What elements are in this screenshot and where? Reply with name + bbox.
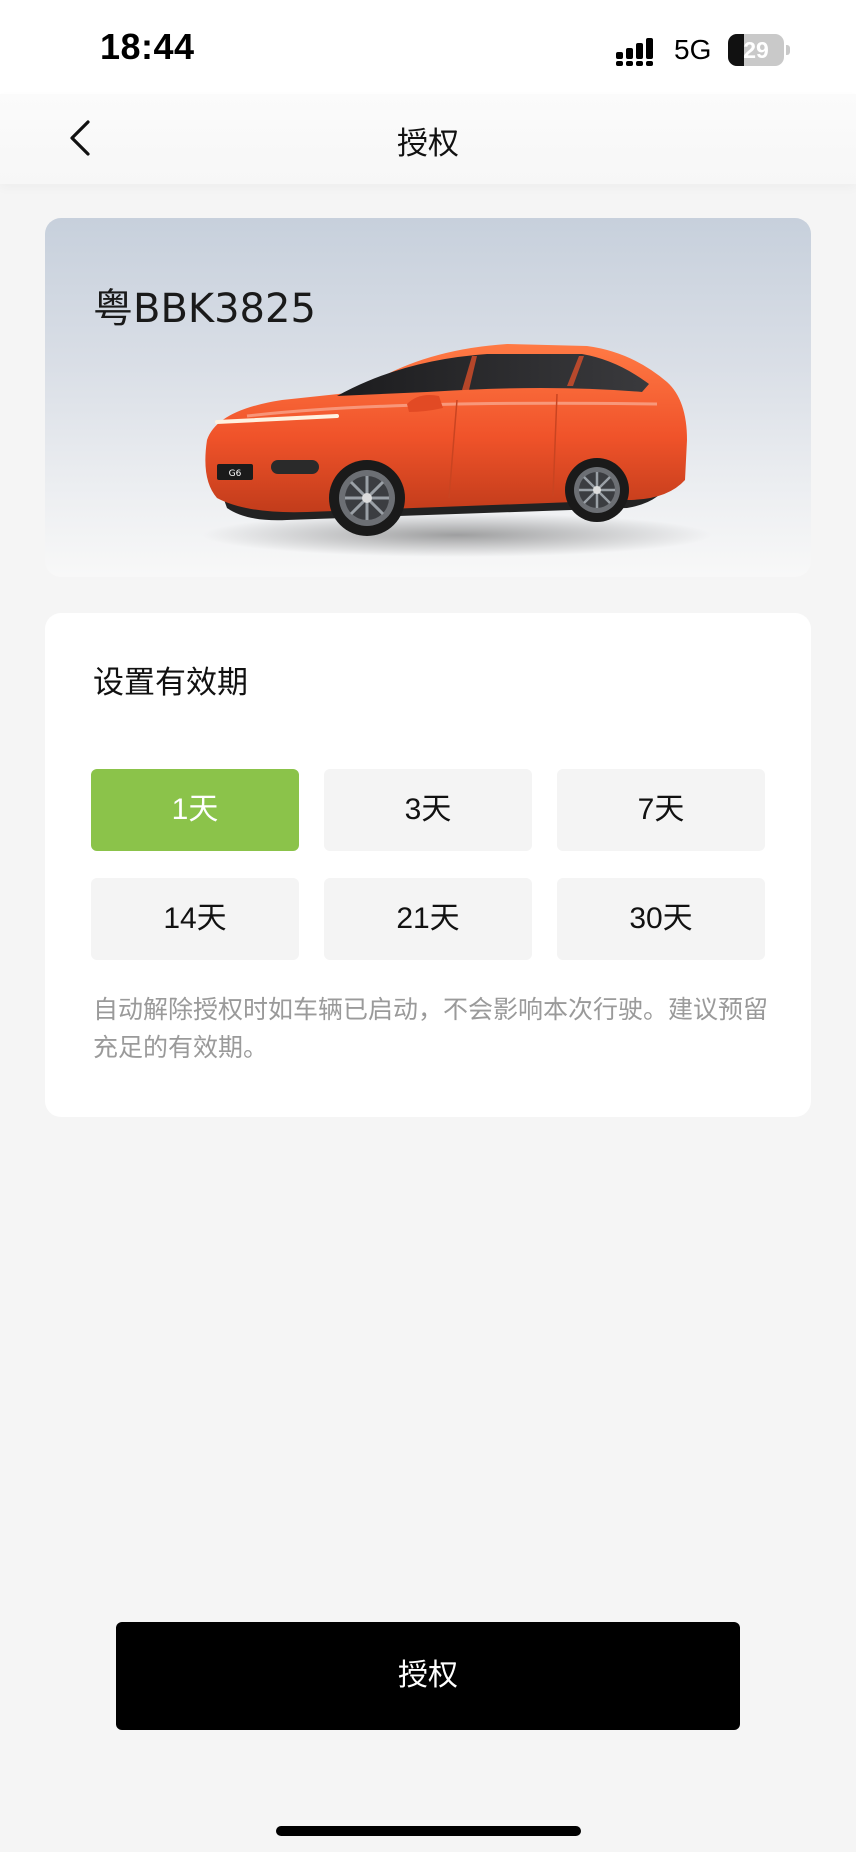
status-bar: 18:44 5G 29 — [0, 0, 856, 94]
validity-option-30-days[interactable]: 30天 — [557, 878, 765, 960]
status-time: 18:44 — [100, 26, 195, 67]
validity-option-21-days[interactable]: 21天 — [324, 878, 532, 960]
vehicle-card: 粤BBK3825 G6 — [45, 218, 811, 577]
validity-option-14-days[interactable]: 14天 — [91, 878, 299, 960]
battery-level: 29 — [743, 37, 769, 63]
validity-option-1-day[interactable]: 1天 — [91, 769, 299, 851]
home-indicator — [276, 1826, 581, 1836]
cellular-signal-icon — [616, 38, 653, 66]
authorize-button[interactable]: 授权 — [116, 1622, 740, 1730]
model-badge: G6 — [229, 469, 242, 479]
license-plate: 粤BBK3825 — [93, 286, 316, 332]
validity-option-7-days[interactable]: 7天 — [557, 769, 765, 851]
car-image: G6 — [202, 344, 712, 557]
network-type: 5G — [674, 34, 712, 65]
validity-option-3-days[interactable]: 3天 — [324, 769, 532, 851]
navigation-bar: 授权 — [0, 94, 856, 184]
validity-card: 设置有效期 1天 3天 7天 14天 21天 30天 自动解除授权时如车辆已启动… — [45, 613, 811, 1117]
authorization-screen: 18:44 5G 29 授权 粤BBK3825 G6 设置有效期 1天 3天 7… — [0, 0, 856, 1852]
page-title: 授权 — [397, 126, 459, 162]
validity-title: 设置有效期 — [93, 665, 248, 701]
battery-icon: 29 — [728, 34, 790, 66]
validity-note: 自动解除授权时如车辆已启动，不会影响本次行驶。建议预留充足的有效期。 — [93, 995, 769, 1062]
